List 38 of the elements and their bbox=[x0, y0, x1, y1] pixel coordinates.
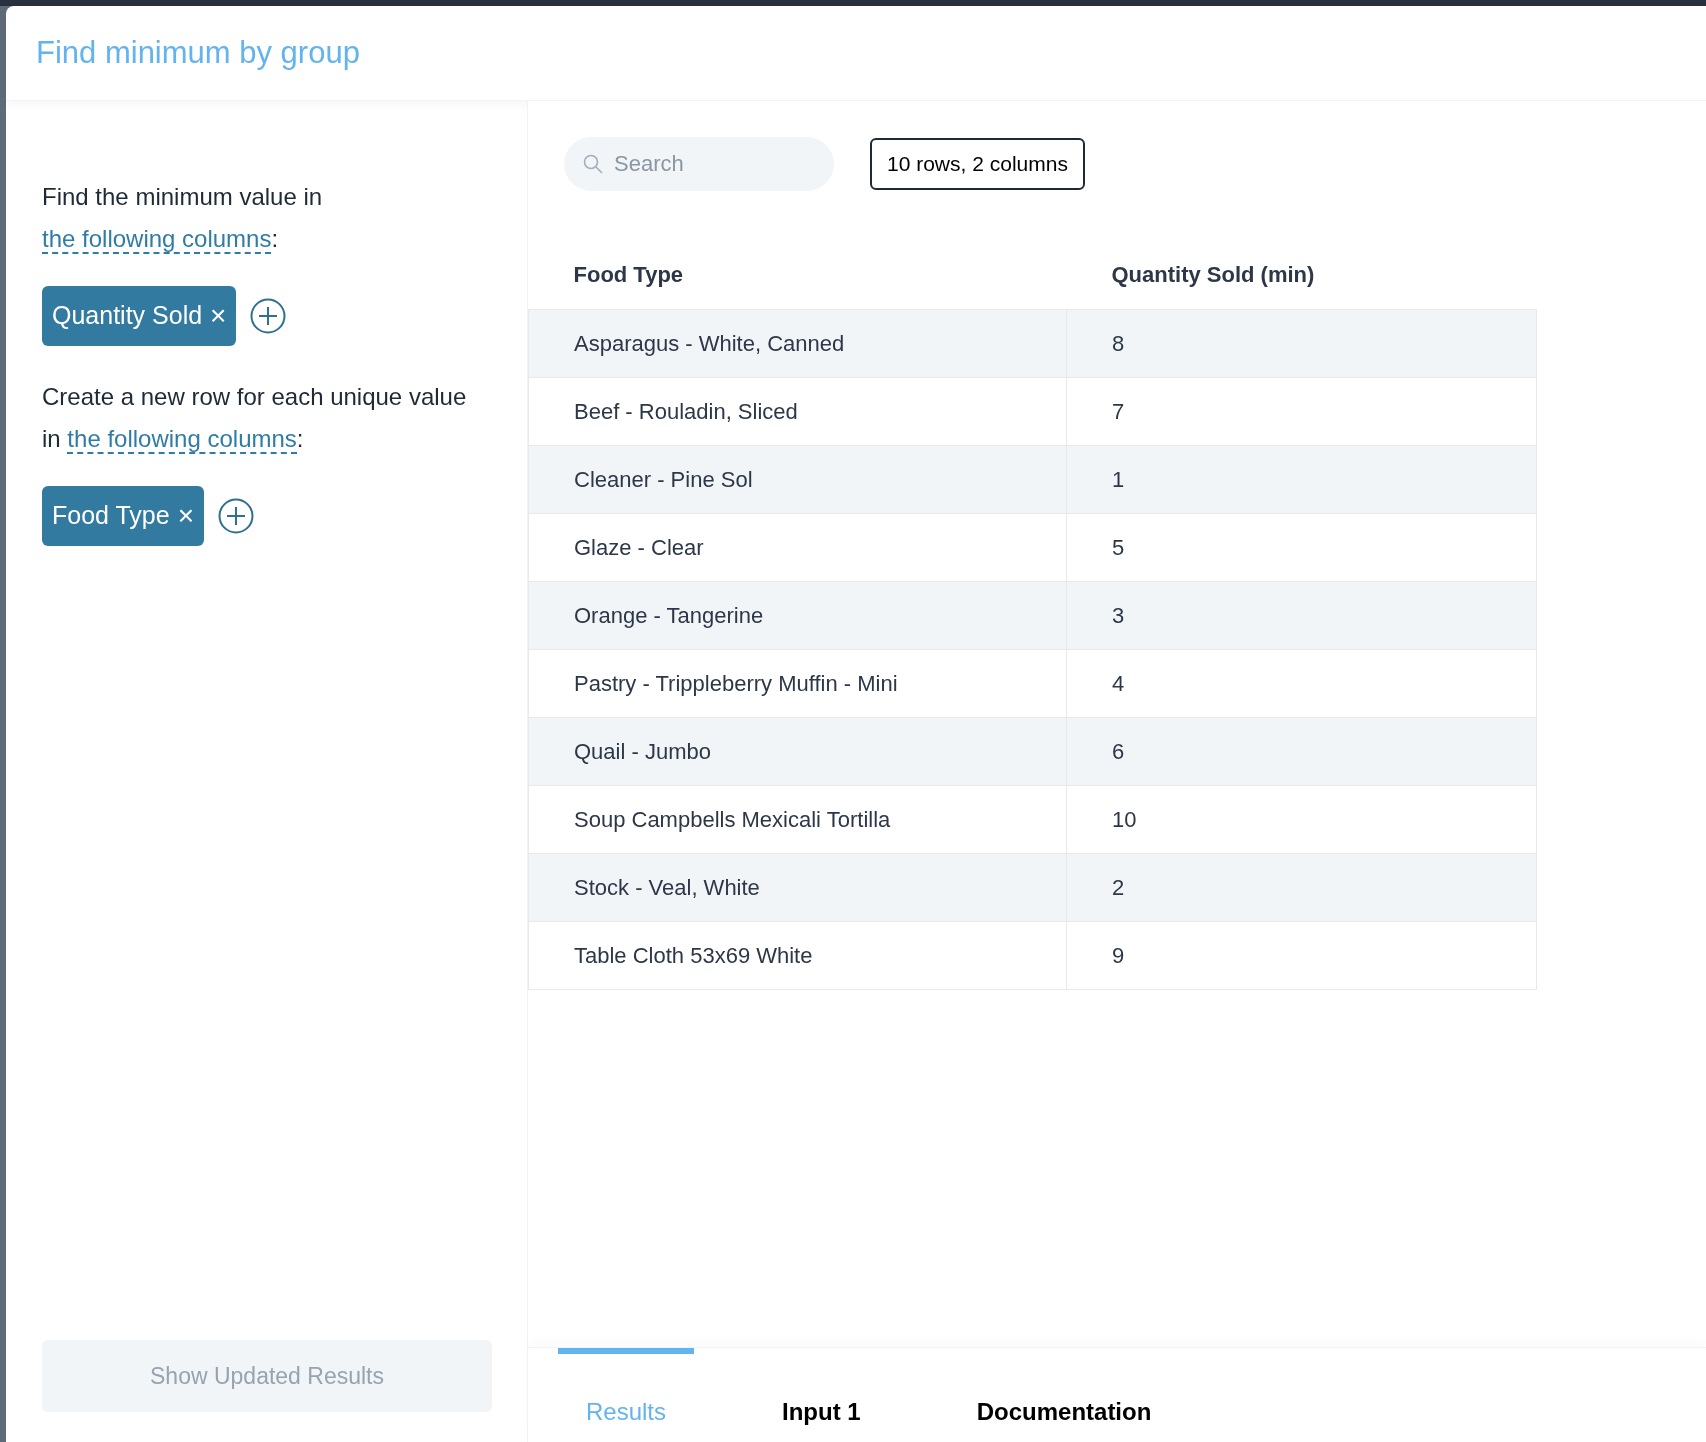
search-icon bbox=[582, 153, 604, 175]
table-cell: 9 bbox=[1066, 921, 1537, 989]
table-cell: 3 bbox=[1066, 581, 1537, 649]
table-cell: Orange - Tangerine bbox=[528, 581, 1067, 649]
table-cell: Stock - Veal, White bbox=[528, 853, 1067, 921]
chip-label: Quantity Sold bbox=[52, 300, 203, 332]
table-cell: Table Cloth 53x69 White bbox=[528, 921, 1067, 989]
table-cell: Glaze - Clear bbox=[528, 513, 1067, 581]
column-header: Food Type bbox=[528, 241, 1067, 309]
columns-link[interactable]: the following columns bbox=[42, 225, 272, 254]
remove-chip-button[interactable]: × bbox=[177, 495, 195, 537]
table-cell: 6 bbox=[1066, 717, 1537, 785]
instruction-text: Create a new row for each unique value in the following columns: bbox=[42, 382, 468, 456]
table-cell: Pastry - Trippleberry Muffin - Mini bbox=[528, 649, 1067, 717]
table-cell: 1 bbox=[1066, 445, 1537, 513]
remove-chip-button[interactable]: × bbox=[210, 295, 227, 337]
row-count-label: 10 rows, 2 columns bbox=[870, 138, 1085, 190]
table-cell: 7 bbox=[1066, 377, 1537, 445]
window-title: Find minimum by group bbox=[36, 33, 360, 72]
tab[interactable]: Input 1 bbox=[754, 1348, 889, 1442]
table-cell: 2 bbox=[1066, 853, 1537, 921]
add-column-icon[interactable] bbox=[250, 298, 287, 334]
table-cell: Beef - Rouladin, Sliced bbox=[528, 377, 1067, 445]
columns-link[interactable]: the following columns bbox=[67, 425, 297, 454]
table-cell: 10 bbox=[1066, 785, 1537, 853]
table-cell: Quail - Jumbo bbox=[528, 717, 1067, 785]
table-cell: Soup Campbells Mexicali Tortilla bbox=[528, 785, 1067, 853]
chip-label: Food Type bbox=[52, 500, 170, 532]
table-cell: Cleaner - Pine Sol bbox=[528, 445, 1067, 513]
table-cell: 8 bbox=[1066, 309, 1537, 377]
table-cell: 4 bbox=[1066, 649, 1537, 717]
table-cell: Asparagus - White, Canned bbox=[528, 309, 1067, 377]
column-header: Quantity Sold (min) bbox=[1066, 241, 1537, 309]
search-field[interactable]: Search bbox=[564, 137, 834, 191]
tab[interactable]: Documentation bbox=[948, 1348, 1180, 1442]
add-column-icon[interactable] bbox=[218, 498, 255, 534]
instruction-text: Find the minimum value in the following columns: bbox=[42, 182, 324, 256]
table-cell: 5 bbox=[1066, 513, 1537, 581]
